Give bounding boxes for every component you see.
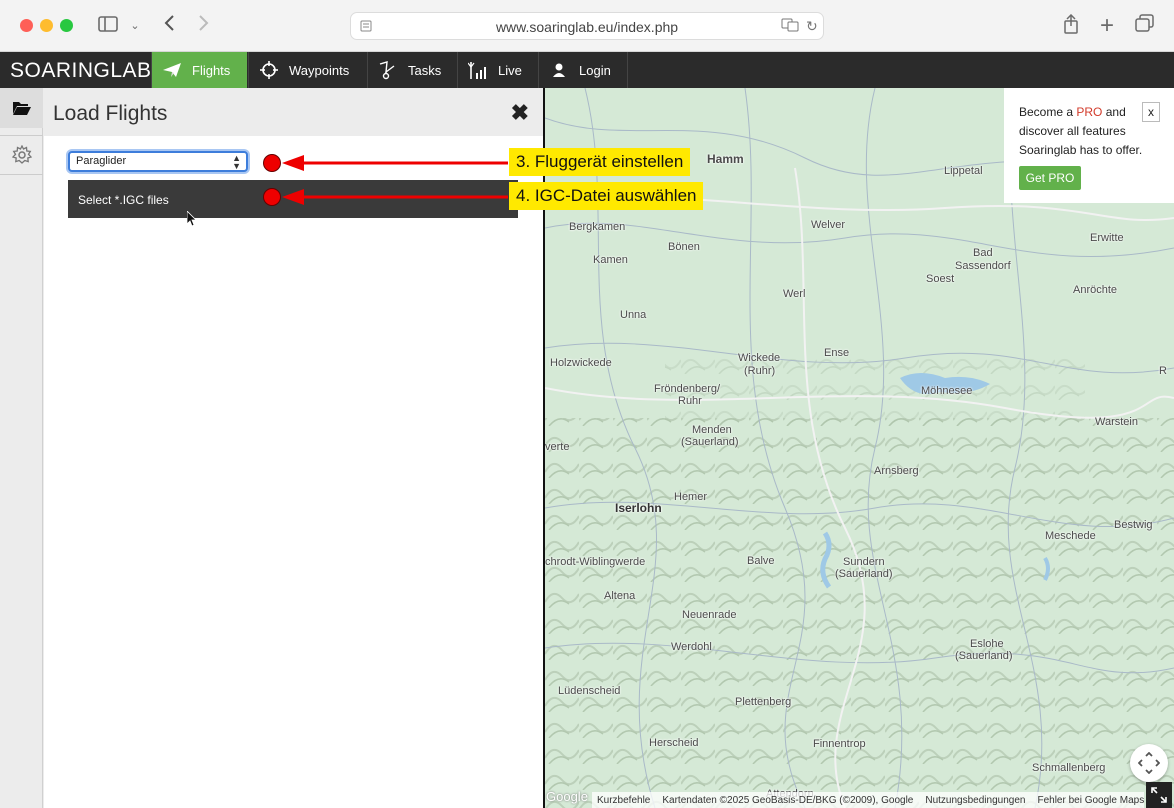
annotation-marker-4 xyxy=(263,188,281,206)
annotation-label-3: 3. Fluggerät einstellen xyxy=(509,148,691,176)
annotation-arrows xyxy=(282,155,508,205)
annotation-marker-3 xyxy=(263,154,281,172)
annotation-label-4: 4. IGC-Datei auswählen xyxy=(509,182,704,210)
